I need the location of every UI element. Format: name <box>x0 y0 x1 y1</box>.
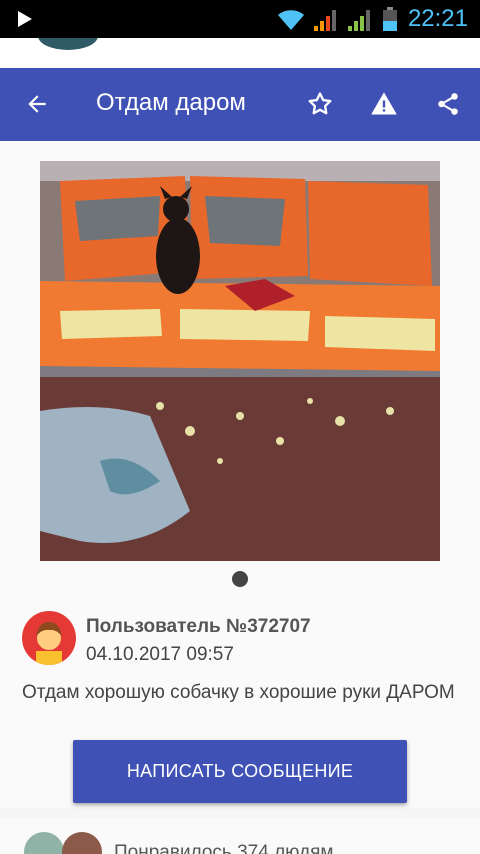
back-button[interactable] <box>17 84 57 124</box>
pager-indicator-dot <box>232 571 248 587</box>
user-avatar-icon <box>36 622 62 665</box>
signal-icon-2 <box>348 10 370 31</box>
post-date: 04.10.2017 09:57 <box>86 644 234 665</box>
photo-illustration <box>40 161 440 561</box>
post-card: Пользователь №372707 04.10.2017 09:57 От… <box>0 141 480 808</box>
liker-avatar <box>24 832 64 854</box>
logo-fragment <box>38 38 98 50</box>
status-time: 22:21 <box>407 5 468 32</box>
battery-icon <box>383 7 397 31</box>
signal-icon-1 <box>314 10 336 31</box>
arrow-back-icon <box>28 95 46 113</box>
post-photo[interactable] <box>40 161 440 561</box>
likes-row[interactable]: Понравилось 374 людям <box>0 818 480 854</box>
share-icon <box>438 93 458 115</box>
likes-count-text: Понравилось 374 людям <box>114 842 334 854</box>
star-outline-icon <box>308 92 332 115</box>
avatar[interactable] <box>22 611 76 665</box>
wifi-icon <box>278 10 304 30</box>
favorite-button[interactable] <box>300 84 340 124</box>
write-message-button[interactable]: НАПИСАТЬ СООБЩЕНИЕ <box>73 740 407 803</box>
app-bar: Отдам даром <box>0 68 480 141</box>
share-button[interactable] <box>428 84 468 124</box>
liker-avatar <box>62 832 102 854</box>
status-bar: 22:21 <box>0 0 480 38</box>
play-icon <box>18 11 32 27</box>
user-name[interactable]: Пользователь №372707 <box>86 616 311 638</box>
page-title: Отдам даром <box>96 89 246 116</box>
warning-icon <box>371 92 397 115</box>
report-button[interactable] <box>364 84 404 124</box>
post-description: Отдам хорошую собачку в хорошие руки ДАР… <box>22 682 455 703</box>
background-peek <box>0 38 480 68</box>
